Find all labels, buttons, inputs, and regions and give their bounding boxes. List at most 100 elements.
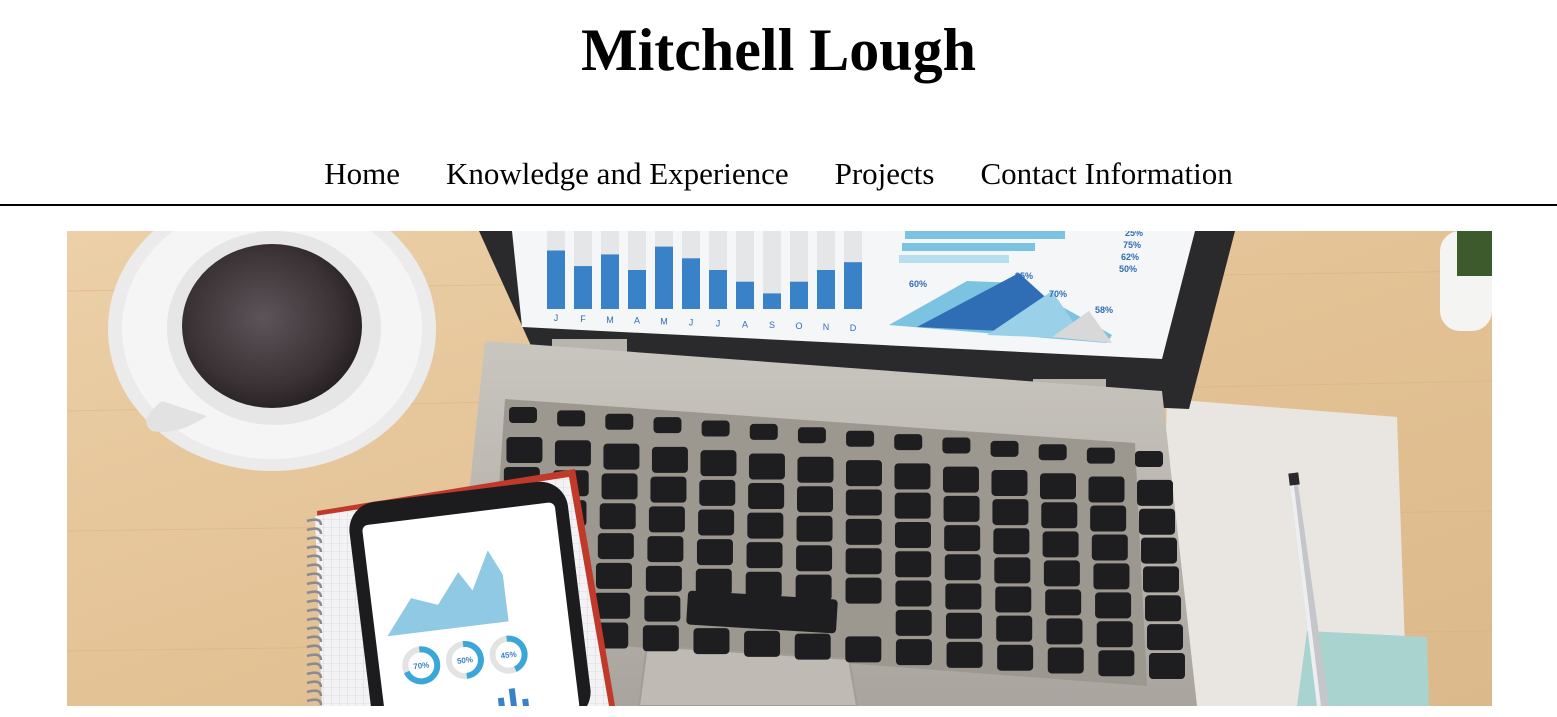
hero-image: J F M A M J J A S O N D 25% 75% 62% 50% 60% 95% 70% 58% (67, 231, 1492, 706)
keyboard-key (599, 503, 636, 530)
laptop-chart-bar (547, 250, 565, 309)
keyboard-key (597, 533, 634, 560)
keyboard-key (845, 489, 882, 516)
keyboard-key (1147, 624, 1183, 651)
keyboard-key (995, 586, 1032, 613)
keyboard-key (1046, 618, 1083, 645)
keyboard-key (1038, 444, 1067, 461)
laptop-chart-month-label: A (742, 319, 748, 329)
keyboard-key (746, 542, 783, 569)
keyboard-key (990, 440, 1019, 457)
keyboard-key (700, 450, 737, 477)
keyboard-key (944, 554, 981, 581)
keyboard-key (795, 574, 832, 601)
laptop-chart-month-label: F (580, 314, 586, 324)
keyboard-key (846, 430, 875, 447)
laptop-percent-label: 50% (1119, 264, 1137, 274)
keyboard-key (1098, 650, 1135, 677)
keyboard-key (1086, 447, 1115, 464)
keyboard-key (745, 571, 782, 598)
keyboard-key (648, 506, 685, 533)
keyboard-key (642, 625, 679, 652)
keyboard-key (894, 492, 931, 519)
keyboard-key (994, 557, 1031, 584)
keyboard-key (744, 630, 781, 657)
keyboard-key (1093, 563, 1130, 590)
keyboard-key (1091, 534, 1128, 561)
keyboard-key (748, 483, 785, 510)
keyboard-key (945, 612, 982, 639)
laptop-percent-label: 75% (1123, 240, 1141, 250)
keyboard-key (1096, 621, 1133, 648)
laptop-chart-month-label: J (716, 318, 721, 328)
keyboard-key (1095, 592, 1132, 619)
laptop-chart-bar (574, 266, 592, 309)
keyboard-key (1137, 479, 1173, 506)
keyboard-key (701, 420, 730, 437)
keyboard-key (554, 440, 591, 467)
laptop-chart-month-label: M (660, 317, 668, 327)
keyboard-key (996, 615, 1033, 642)
keyboard-key (794, 633, 831, 660)
laptop-chart-bar (682, 258, 700, 309)
keyboard-key (699, 479, 736, 506)
keyboard-key (1143, 566, 1179, 593)
laptop-chart-bar (844, 262, 862, 309)
keyboard-key (797, 456, 834, 483)
laptop-chart-bar (655, 246, 673, 309)
keyboard-key (651, 446, 688, 473)
laptop-chart-bar (817, 270, 835, 309)
laptop-chart-month-label: A (634, 316, 640, 326)
keyboard-key (506, 437, 543, 463)
laptop-chart-bar (709, 270, 727, 309)
keyboard-key (845, 548, 882, 575)
keyboard-key (1042, 531, 1079, 558)
smartphone: 70% 50% 45% (349, 481, 591, 706)
nav-link-home[interactable]: Home (324, 154, 400, 194)
laptop-chart-bar (763, 293, 781, 309)
keyboard-key (748, 453, 785, 480)
keyboard-key (696, 539, 733, 566)
keyboard-key (945, 583, 982, 610)
keyboard-key (895, 551, 932, 578)
keyboard-key (605, 413, 634, 430)
keyboard-key (796, 515, 833, 542)
keyboard-key (992, 499, 1029, 526)
keyboard-key (603, 443, 640, 470)
keyboard-key (895, 609, 932, 636)
keyboard-key (942, 437, 971, 454)
laptop-percent-label: 25% (1125, 231, 1143, 238)
laptop-peak-label: 70% (1049, 289, 1067, 299)
keyboard-key (997, 644, 1034, 671)
nav-link-contact-information[interactable]: Contact Information (980, 154, 1232, 194)
keyboard-key (650, 476, 687, 503)
keyboard-key (944, 525, 981, 552)
plant-pot (1440, 231, 1492, 331)
laptop-chart-month-label: O (795, 321, 802, 331)
main-nav: Home Knowledge and Experience Projects C… (0, 152, 1557, 196)
keyboard-key (749, 423, 778, 440)
keyboard-key (595, 562, 632, 589)
laptop-chart-month-label: D (850, 323, 857, 333)
keyboard-key (647, 536, 684, 563)
keyboard-key (557, 410, 586, 427)
laptop-chart-month-label: J (689, 318, 694, 328)
keyboard-key (1043, 560, 1080, 587)
keyboard-key (991, 469, 1028, 496)
keyboard-key (895, 639, 932, 666)
nav-link-knowledge-and-experience[interactable]: Knowledge and Experience (446, 154, 789, 194)
keyboard-key (1041, 502, 1078, 529)
keyboard-key (796, 545, 833, 572)
nav-link-projects[interactable]: Projects (835, 154, 935, 194)
keyboard-key (653, 417, 682, 434)
keyboard-key (993, 528, 1030, 555)
keyboard-key (845, 636, 882, 663)
keyboard-key (1141, 537, 1177, 564)
keyboard-key (894, 434, 923, 451)
laptop-chart-bar (790, 281, 808, 309)
laptop-chart-month-label: M (606, 315, 614, 325)
keyboard-key (797, 427, 826, 444)
laptop-chart-bar (736, 281, 754, 309)
site-title: Mitchell Lough (580, 17, 976, 83)
keyboard-key (1135, 451, 1163, 467)
